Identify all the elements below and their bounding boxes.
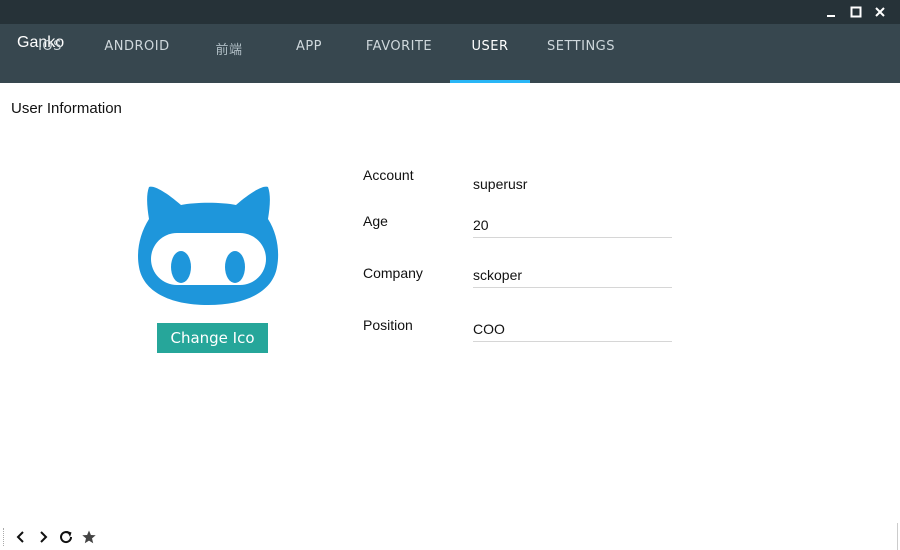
maximize-icon[interactable] <box>847 3 865 21</box>
tab-android[interactable]: ANDROID <box>96 39 178 59</box>
tab-favorite[interactable]: FAVORITE <box>356 39 442 59</box>
tab-frontend[interactable]: 前端 <box>204 39 254 59</box>
age-label: Age <box>363 213 388 229</box>
app-window: Ganko IOS ANDROID 前端 APP FAVORITE USER S… <box>0 0 900 550</box>
section-title: User Information <box>11 100 122 117</box>
bottom-navigation-bar <box>0 523 900 550</box>
position-field[interactable] <box>473 317 672 342</box>
chevron-right-icon[interactable] <box>35 529 51 545</box>
age-field[interactable] <box>473 213 672 238</box>
active-tab-indicator <box>450 80 530 83</box>
company-field[interactable] <box>473 263 672 288</box>
window-titlebar <box>0 0 900 24</box>
close-icon[interactable] <box>871 3 889 21</box>
tab-user[interactable]: USER <box>450 39 530 59</box>
window-edge <box>897 523 898 550</box>
change-icon-button[interactable]: Change Ico <box>157 323 268 353</box>
minimize-icon[interactable] <box>822 3 840 21</box>
refresh-icon[interactable] <box>58 529 74 545</box>
github-octocat-icon <box>137 185 280 306</box>
star-icon[interactable] <box>81 529 97 545</box>
tab-app[interactable]: APP <box>284 39 334 59</box>
position-label: Position <box>363 317 413 333</box>
account-label: Account <box>363 167 414 183</box>
chevron-left-icon[interactable] <box>13 529 29 545</box>
account-value: superusr <box>473 176 528 192</box>
tab-ios[interactable]: IOS <box>28 39 72 59</box>
tab-settings[interactable]: SETTINGS <box>540 39 622 59</box>
company-label: Company <box>363 265 423 281</box>
drag-handle[interactable] <box>3 528 6 546</box>
